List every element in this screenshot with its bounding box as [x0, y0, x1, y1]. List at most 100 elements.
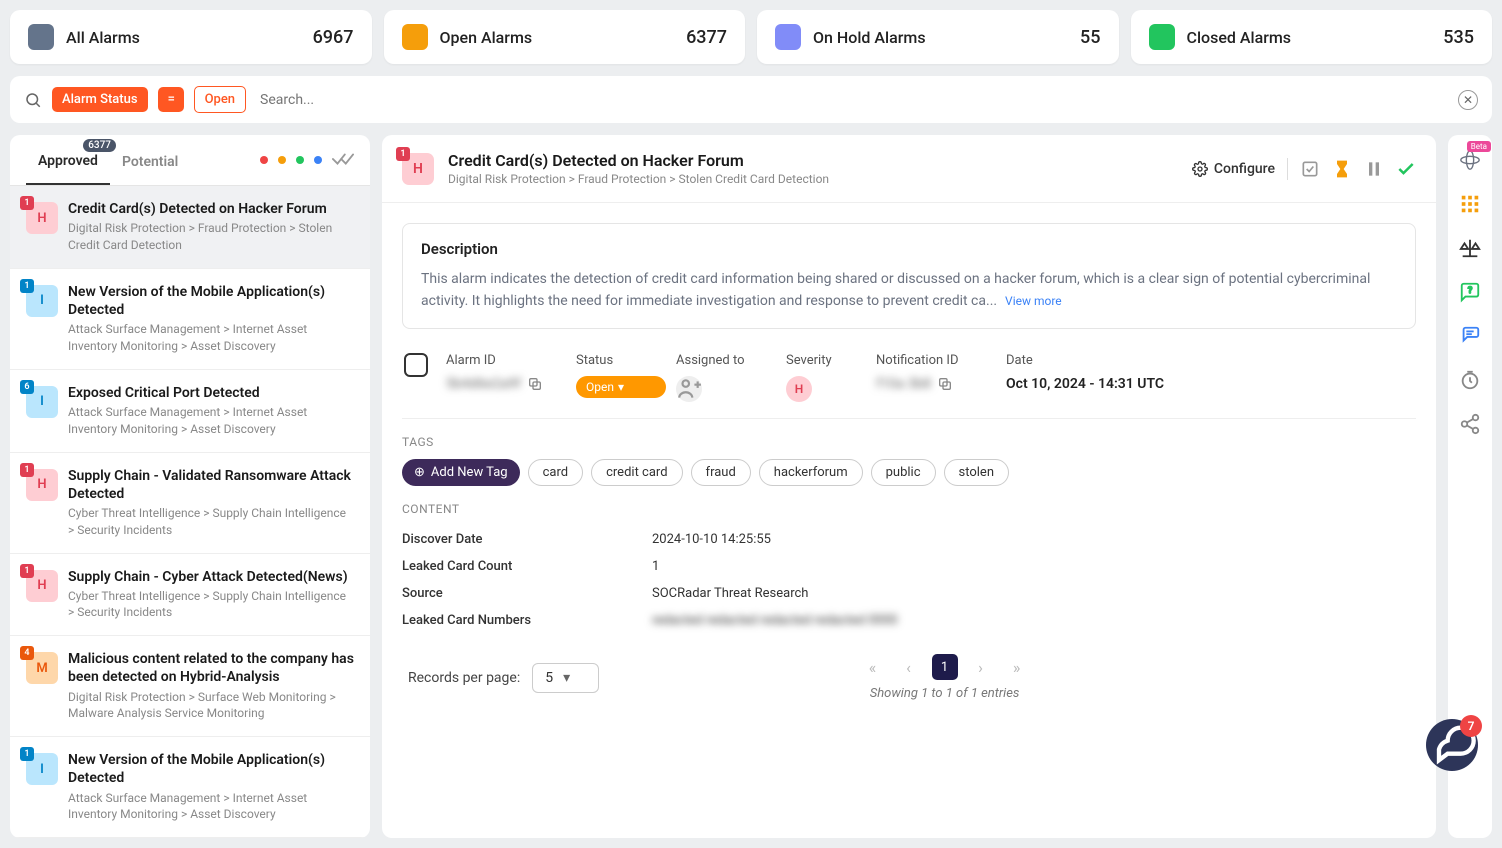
alarm-item[interactable]: 1 I New Version of the Mobile Applicatio…	[10, 269, 370, 370]
stat-value: 535	[1443, 27, 1474, 48]
note-icon[interactable]	[1300, 159, 1320, 179]
content-table: Discover Date 2024-10-10 14:25:55 Leaked…	[402, 526, 1416, 634]
alarm-item[interactable]: 4 M Malicious content related to the com…	[10, 636, 370, 737]
pager-last-icon[interactable]: »	[1004, 654, 1030, 680]
filter-chip-operator[interactable]: =	[158, 87, 184, 112]
content-row: Leaked Card Numbers redacted redacted re…	[402, 607, 1416, 634]
pause-icon[interactable]	[1364, 159, 1384, 179]
help-chat-icon[interactable]: ?	[1459, 281, 1481, 303]
alarm-item[interactable]: 1 I New Version of the Mobile Applicatio…	[10, 737, 370, 838]
check-icon[interactable]	[1396, 159, 1416, 179]
rpp-label: Records per page:	[408, 670, 520, 686]
square-icon	[1149, 24, 1175, 50]
tag-pill[interactable]: credit card	[591, 459, 682, 486]
stat-card-closed[interactable]: Closed Alarms 535	[1131, 10, 1493, 64]
chat-fab[interactable]: 7	[1426, 719, 1478, 771]
tab-approved[interactable]: Approved 6377	[26, 135, 110, 185]
stat-label: On Hold Alarms	[813, 28, 926, 47]
pager-prev-icon[interactable]: ‹	[896, 654, 922, 680]
severity-badge: 1 H	[26, 469, 58, 501]
alarm-item[interactable]: 1 H Credit Card(s) Detected on Hacker Fo…	[10, 186, 370, 269]
description-card: Description This alarm indicates the det…	[402, 223, 1416, 329]
filter-chip-status[interactable]: Alarm Status	[52, 87, 148, 112]
content-section-label: CONTENT	[402, 502, 1416, 516]
severity-count: 1	[20, 463, 34, 477]
tags-row: ⊕ Add New Tag card credit card fraud hacker…	[402, 459, 1416, 486]
scale-icon[interactable]	[1459, 237, 1481, 259]
pager-current[interactable]: 1	[932, 654, 958, 680]
filter-dot-blue[interactable]	[314, 156, 322, 164]
tag-pill[interactable]: card	[528, 459, 584, 486]
meta-label: Date	[1006, 353, 1414, 368]
severity-badge: 1 H	[26, 202, 58, 234]
filter-chip-value[interactable]: Open	[194, 86, 246, 113]
content-row: Leaked Card Count 1	[402, 553, 1416, 580]
grid-icon[interactable]	[1459, 193, 1481, 215]
meta-label: Notification ID	[876, 353, 996, 368]
description-label: Description	[421, 240, 1397, 258]
search-icon[interactable]	[24, 91, 42, 109]
tag-pill[interactable]: fraud	[691, 459, 751, 486]
stat-card-onhold[interactable]: On Hold Alarms 55	[757, 10, 1119, 64]
copy-icon[interactable]	[937, 376, 953, 392]
ai-icon[interactable]: Beta	[1459, 149, 1481, 171]
alarm-path: Cyber Threat Intelligence > Supply Chain…	[68, 588, 354, 622]
alarm-item[interactable]: 1 H Supply Chain - Cyber Attack Detected…	[10, 554, 370, 637]
tab-potential[interactable]: Potential	[110, 136, 190, 184]
alarm-title: Supply Chain - Validated Ransomware Atta…	[68, 467, 354, 503]
select-checkbox[interactable]	[404, 353, 428, 377]
stat-card-open[interactable]: Open Alarms 6377	[384, 10, 746, 64]
hourglass-icon[interactable]	[1332, 159, 1352, 179]
status-badge[interactable]: Open▾	[576, 376, 666, 398]
rpp-select[interactable]: 5 ▾	[532, 663, 599, 693]
tag-pill[interactable]: hackerforum	[759, 459, 863, 486]
meta-row: Alarm ID 5b4d6e2a9f Status Open▾ Assigne…	[402, 347, 1416, 419]
alarm-list[interactable]: 1 H Credit Card(s) Detected on Hacker Fo…	[10, 186, 370, 838]
plus-icon: ⊕	[414, 465, 425, 480]
stat-value: 6967	[313, 27, 354, 48]
filter-dot-orange[interactable]	[278, 156, 286, 164]
meta-label: Alarm ID	[446, 353, 566, 368]
stat-value: 55	[1080, 27, 1100, 48]
checkall-icon[interactable]	[332, 150, 354, 171]
comments-icon[interactable]	[1459, 325, 1481, 347]
add-tag-button[interactable]: ⊕ Add New Tag	[402, 459, 520, 486]
view-more-link[interactable]: View more	[1005, 294, 1062, 308]
svg-text:?: ?	[1468, 286, 1472, 296]
notification-id-value: f10a 3b8	[876, 376, 931, 392]
share-icon[interactable]	[1459, 413, 1481, 435]
alarm-title: Credit Card(s) Detected on Hacker Forum	[68, 200, 354, 218]
gear-icon	[1192, 161, 1208, 177]
alarm-path: Attack Surface Management > Internet Ass…	[68, 790, 354, 824]
tag-pill[interactable]: stolen	[944, 459, 1009, 486]
configure-button[interactable]: Configure	[1192, 161, 1275, 177]
pager-next-icon[interactable]: ›	[968, 654, 994, 680]
stat-card-all[interactable]: All Alarms 6967	[10, 10, 372, 64]
clear-search-icon[interactable]: ✕	[1458, 90, 1478, 110]
pagination-row: Records per page: 5 ▾ « ‹ 1 › » Sho	[402, 634, 1416, 711]
alarm-title: Malicious content related to the company…	[68, 650, 354, 686]
alarm-path: Attack Surface Management > Internet Ass…	[68, 321, 354, 355]
content-value: redacted redacted redacted redacted 0000	[652, 613, 898, 628]
divider	[1287, 158, 1288, 180]
alarm-item[interactable]: 1 H Supply Chain - Validated Ransomware …	[10, 453, 370, 554]
severity-count: 4	[20, 646, 34, 660]
add-tag-label: Add New Tag	[431, 465, 508, 480]
copy-icon[interactable]	[527, 376, 543, 392]
pager-first-icon[interactable]: «	[860, 654, 886, 680]
content-key: Discover Date	[402, 532, 652, 547]
alarm-item[interactable]: 6 I Exposed Critical Port Detected Attac…	[10, 370, 370, 453]
assigned-avatar[interactable]	[676, 376, 702, 402]
stat-label: Open Alarms	[440, 28, 533, 47]
severity-count: 1	[396, 147, 410, 161]
search-input[interactable]	[256, 88, 1448, 112]
meta-label: Status	[576, 353, 666, 368]
severity-count: 1	[20, 279, 34, 293]
tab-label: Approved	[38, 153, 98, 169]
tags-section-label: TAGS	[402, 435, 1416, 449]
filter-dot-red[interactable]	[260, 156, 268, 164]
tag-pill[interactable]: public	[871, 459, 936, 486]
filter-dot-green[interactable]	[296, 156, 304, 164]
clock-icon[interactable]	[1459, 369, 1481, 391]
alarm-path: Digital Risk Protection > Surface Web Mo…	[68, 689, 354, 723]
